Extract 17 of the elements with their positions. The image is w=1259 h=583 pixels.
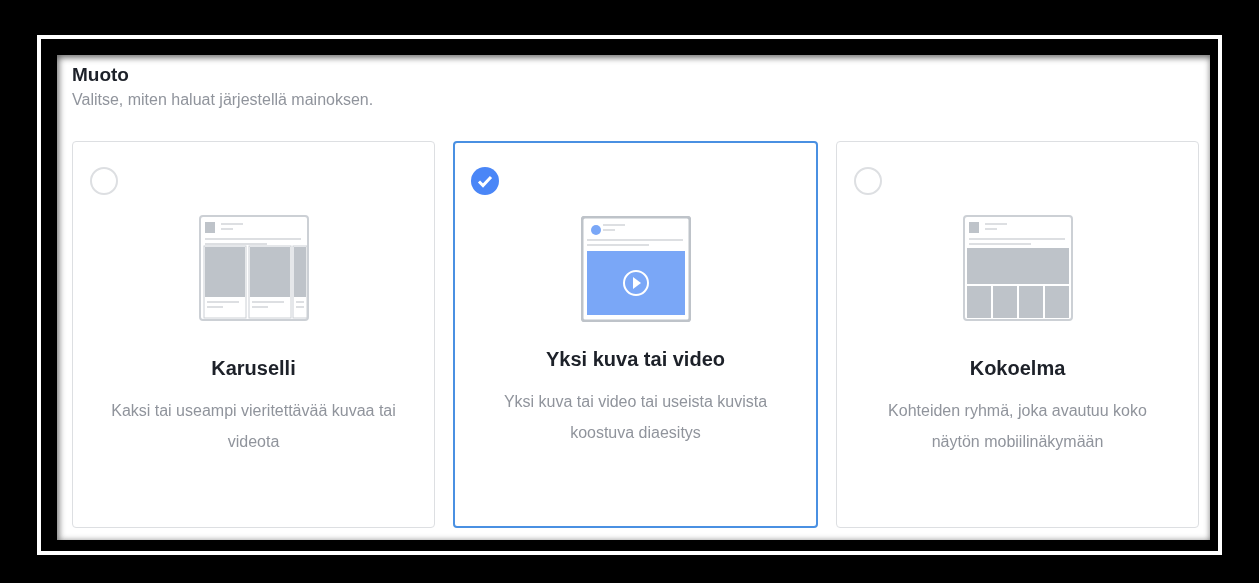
format-option-card[interactable]: Karuselli Kaksi tai useampi vieritettävää kuvaa tai videota: [72, 141, 435, 528]
option-title: Yksi kuva tai video: [546, 347, 725, 372]
section-subtitle: Valitse, miten haluat järjestellä mainoksen.: [72, 90, 375, 110]
radio-button[interactable]: [854, 167, 882, 195]
video-ad-icon: [580, 216, 691, 322]
section-title: Muoto: [72, 63, 130, 87]
format-option-card[interactable]: Yksi kuva tai video Yksi kuva tai video tai useista kuvista koostuva diaesitys: [453, 141, 818, 528]
radio-button[interactable]: [90, 167, 118, 195]
option-description: Kohteiden ryhmä, joka avautuu koko näytön mobiilinäkymään: [887, 401, 1148, 452]
option-title: Kokoelma: [969, 356, 1066, 381]
option-title: Karuselli: [211, 356, 296, 381]
collection-ad-icon: [962, 215, 1073, 321]
option-description: Yksi kuva tai video tai useista kuvista koostuva diaesitys: [502, 392, 769, 443]
checked-radio-icon[interactable]: [471, 167, 499, 195]
option-description: Kaksi tai useampi vieritettävää kuvaa tai videota: [110, 401, 397, 452]
format-option-card[interactable]: Kokoelma Kohteiden ryhmä, joka avautuu koko näytön mobiilinäkymään: [836, 141, 1199, 528]
carousel-ad-icon: [198, 215, 309, 321]
